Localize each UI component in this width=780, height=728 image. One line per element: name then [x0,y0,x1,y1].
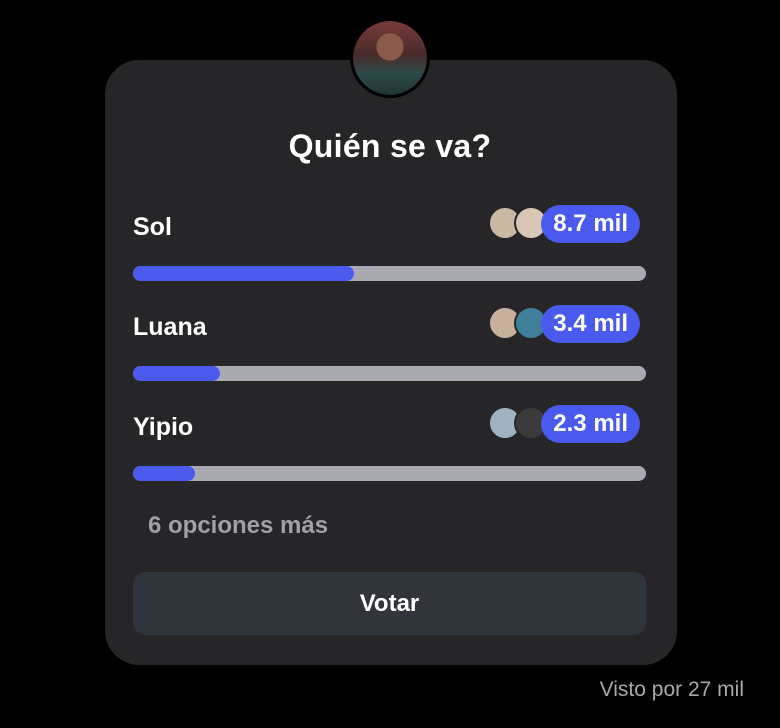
progress-track [133,366,646,381]
progress-fill [133,266,354,281]
creator-photo [353,21,427,95]
vote-count-badge: 3.4 mil [541,305,640,343]
poll-option-sol[interactable]: Sol 8.7 mil [133,205,646,285]
vote-count-badge: 8.7 mil [541,205,640,243]
option-label: Luana [133,313,207,341]
poll-option-luana[interactable]: Luana 3.4 mil [133,305,646,385]
story-poll-screen: Quién se va? Sol 8.7 mil Luana 3.4 mil Y… [0,0,780,728]
progress-fill [133,466,195,481]
more-options-link[interactable]: 6 opciones más [148,512,328,540]
vote-button[interactable]: Votar [133,572,646,635]
option-label: Yipio [133,413,194,441]
seen-by-count[interactable]: Visto por 27 mil [600,678,744,702]
creator-avatar[interactable] [350,18,430,98]
poll-option-yipio[interactable]: Yipio 2.3 mil [133,405,646,485]
vote-count-badge: 2.3 mil [541,405,640,443]
progress-fill [133,366,221,381]
progress-track [133,466,646,481]
option-label: Sol [133,213,172,241]
progress-track [133,266,646,281]
poll-question: Quién se va? [288,128,492,164]
